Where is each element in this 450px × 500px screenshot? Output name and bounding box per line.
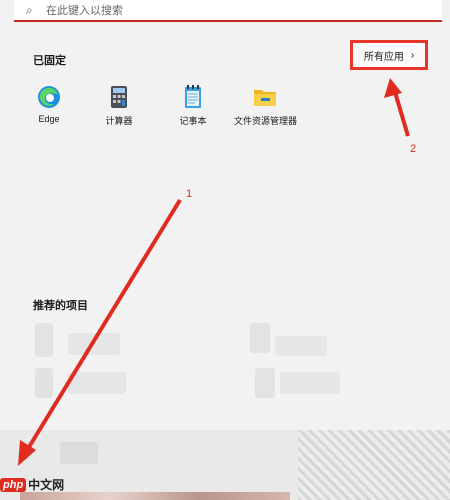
- watermark-site: 中文网: [28, 478, 65, 492]
- watermark-brand: php: [0, 477, 27, 492]
- annotation-arrows: [18, 78, 410, 466]
- arrow-1-head-icon: [18, 440, 36, 466]
- arrow-1-icon: [24, 198, 182, 454]
- annotation-label-2: 2: [410, 143, 417, 155]
- arrow-2-icon: [393, 91, 410, 137]
- arrow-2-head-icon: [384, 78, 402, 98]
- annotation-label-1: 1: [186, 188, 193, 200]
- start-menu: ⌕ 已固定 所有应用 › Edge: [0, 0, 450, 500]
- watermark: php 中文网: [0, 476, 64, 493]
